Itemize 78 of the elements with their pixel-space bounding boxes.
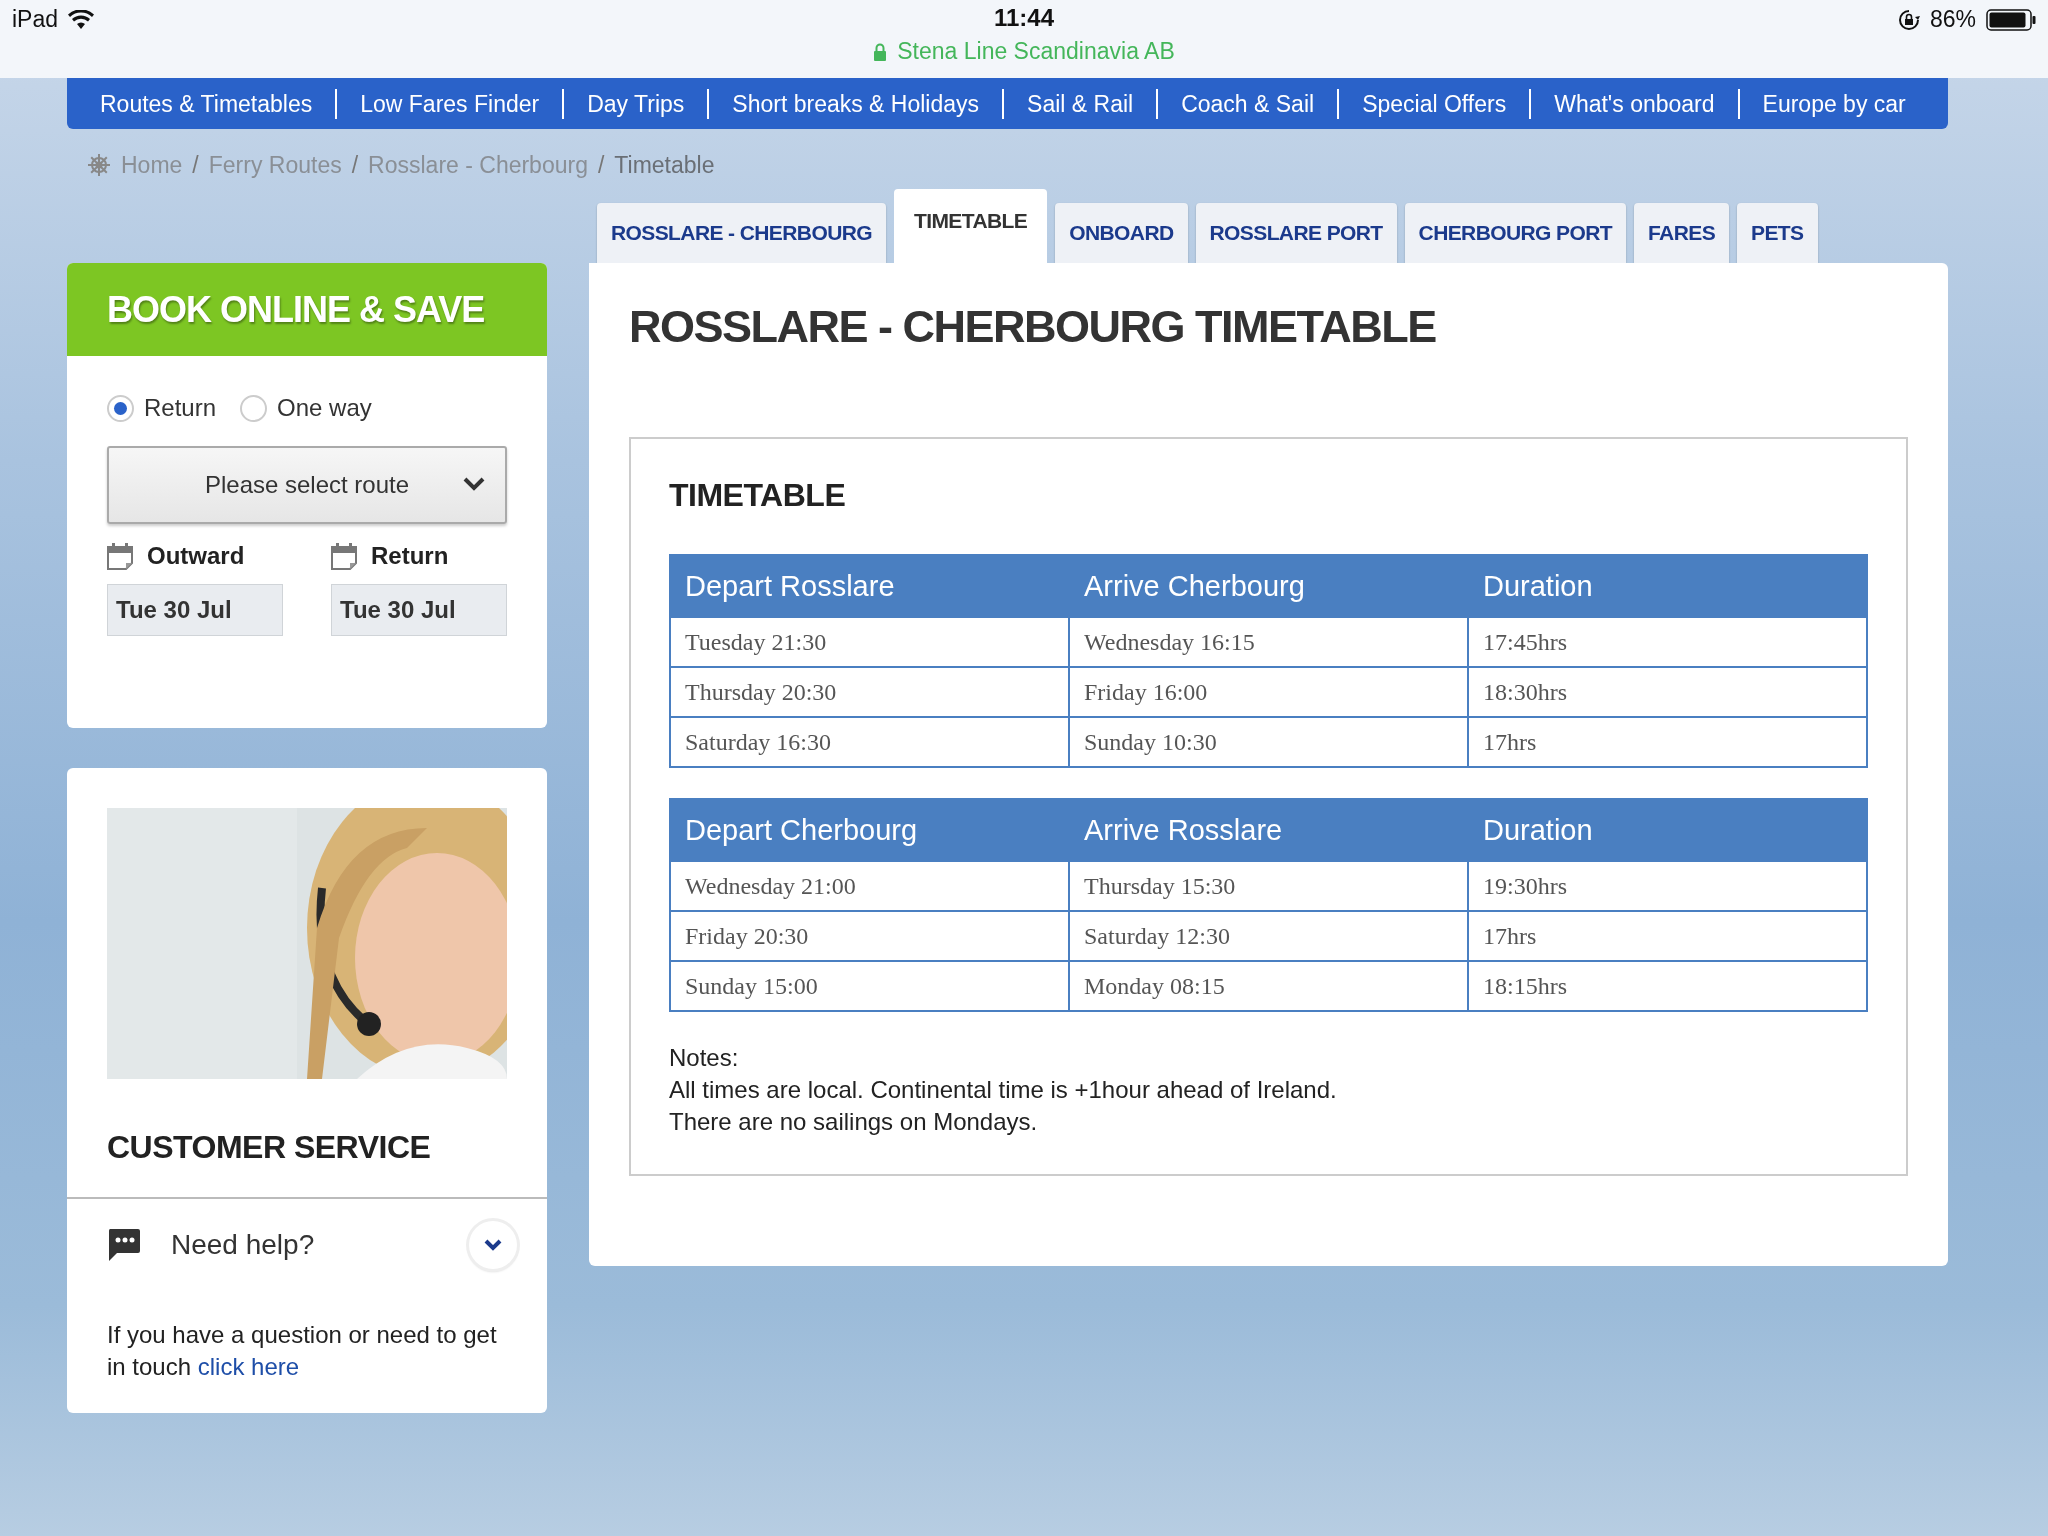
table-cell: 17:45hrs xyxy=(1468,617,1867,667)
nav-link[interactable]: What's onboard xyxy=(1529,88,1738,119)
customer-service-heading: CUSTOMER SERVICE xyxy=(107,1129,432,1167)
table-cell: 17hrs xyxy=(1468,717,1867,767)
book-online-heading: BOOK ONLINE & SAVE xyxy=(67,263,547,356)
lock-icon xyxy=(873,42,888,61)
note-text: Notes: xyxy=(669,1043,740,1073)
table-cell: Thursday 15:30 xyxy=(1069,861,1468,911)
column-header: Arrive Rosslare xyxy=(1069,799,1468,861)
note-text: There are no sailings on Mondays. xyxy=(669,1107,1039,1137)
breadcrumb-separator: / xyxy=(597,151,605,179)
rotation-lock-icon xyxy=(1897,8,1920,31)
chevron-down-icon xyxy=(463,477,485,491)
nav-link[interactable]: Europe by car xyxy=(1737,88,1929,119)
table-cell: Sunday 15:00 xyxy=(670,961,1069,1011)
clock-time: 11:44 xyxy=(993,4,1055,32)
tab[interactable]: CHERBOURG PORT xyxy=(1404,203,1627,263)
nav-link[interactable]: Special Offers xyxy=(1337,88,1530,119)
table-cell: Friday 16:00 xyxy=(1069,667,1468,717)
date-field[interactable]: Tue 30 Jul xyxy=(331,584,507,636)
wifi-icon xyxy=(68,9,95,30)
trip-type-radio[interactable]: Return xyxy=(107,394,217,422)
nav-link[interactable]: Short breaks & Holidays xyxy=(707,88,1003,119)
column-header: Duration xyxy=(1468,555,1867,617)
calendar-icon xyxy=(107,542,133,570)
table-cell: Wednesday 16:15 xyxy=(1069,617,1468,667)
chevron-down-icon xyxy=(484,1239,502,1251)
breadcrumb-current: Timetable xyxy=(614,151,715,179)
expand-button[interactable] xyxy=(469,1221,517,1269)
nav-link[interactable]: Low Fares Finder xyxy=(335,88,563,119)
site-name: Stena Line Scandinavia AB xyxy=(897,38,1175,65)
ship-wheel-icon xyxy=(87,153,111,177)
trip-type-radio[interactable]: One way xyxy=(240,394,372,422)
table-cell: 18:15hrs xyxy=(1468,961,1867,1011)
nav-link[interactable]: Sail & Rail xyxy=(1002,88,1157,119)
column-header: Duration xyxy=(1468,799,1867,861)
need-help-label: Need help? xyxy=(171,1229,316,1261)
date-label: Outward xyxy=(147,542,245,570)
table-cell: 17hrs xyxy=(1468,911,1867,961)
battery-icon xyxy=(1986,8,2036,31)
chat-bubble-icon xyxy=(107,1228,141,1262)
calendar-icon xyxy=(331,542,357,570)
device-name: iPad xyxy=(12,6,59,33)
table-cell: 19:30hrs xyxy=(1468,861,1867,911)
table-cell: Saturday 12:30 xyxy=(1069,911,1468,961)
battery-percent: 86% xyxy=(1929,6,1976,33)
timetable-heading: TIMETABLE xyxy=(669,477,847,514)
breadcrumb-separator: / xyxy=(351,151,359,179)
help-text: If you have a question or need to get in touch click here xyxy=(107,1320,498,1382)
radio-label: One way xyxy=(277,394,372,422)
nav-link[interactable]: Coach & Sail xyxy=(1156,88,1338,119)
table-cell: Monday 08:15 xyxy=(1069,961,1468,1011)
breadcrumb-separator: / xyxy=(192,151,199,179)
column-header: Depart Cherbourg xyxy=(670,799,1069,861)
nav-link[interactable]: Day Trips xyxy=(562,88,708,119)
table-cell: Tuesday 21:30 xyxy=(670,617,1069,667)
table-cell: Friday 20:30 xyxy=(670,911,1069,961)
date-field[interactable]: Tue 30 Jul xyxy=(107,584,283,636)
page-title: ROSSLARE - CHERBOURG TIMETABLE xyxy=(629,301,1437,354)
nav-link[interactable]: Routes & Timetables xyxy=(77,88,336,119)
table-cell: Saturday 16:30 xyxy=(670,717,1069,767)
tab[interactable]: ROSSLARE PORT xyxy=(1195,203,1397,263)
table-cell: Thursday 20:30 xyxy=(670,667,1069,717)
tab[interactable]: FARES xyxy=(1634,203,1730,263)
tab[interactable]: ONBOARD xyxy=(1055,203,1188,263)
tab[interactable]: PETS xyxy=(1737,203,1818,263)
table-cell: 18:30hrs xyxy=(1468,667,1867,717)
route-select[interactable]: Please select route xyxy=(107,446,507,524)
click-here-link[interactable]: click here xyxy=(197,1353,300,1380)
tab[interactable]: ROSSLARE - CHERBOURG xyxy=(597,203,886,263)
note-text: All times are local. Continental time is +1hour ahead of Ireland. xyxy=(669,1075,1338,1105)
radio-label: Return xyxy=(144,394,217,422)
date-label: Return xyxy=(371,542,449,570)
column-header: Depart Rosslare xyxy=(670,555,1069,617)
table-cell: Wednesday 21:00 xyxy=(670,861,1069,911)
column-header: Arrive Cherbourg xyxy=(1069,555,1468,617)
table-cell: Sunday 10:30 xyxy=(1069,717,1468,767)
tab[interactable]: TIMETABLE xyxy=(894,189,1048,263)
